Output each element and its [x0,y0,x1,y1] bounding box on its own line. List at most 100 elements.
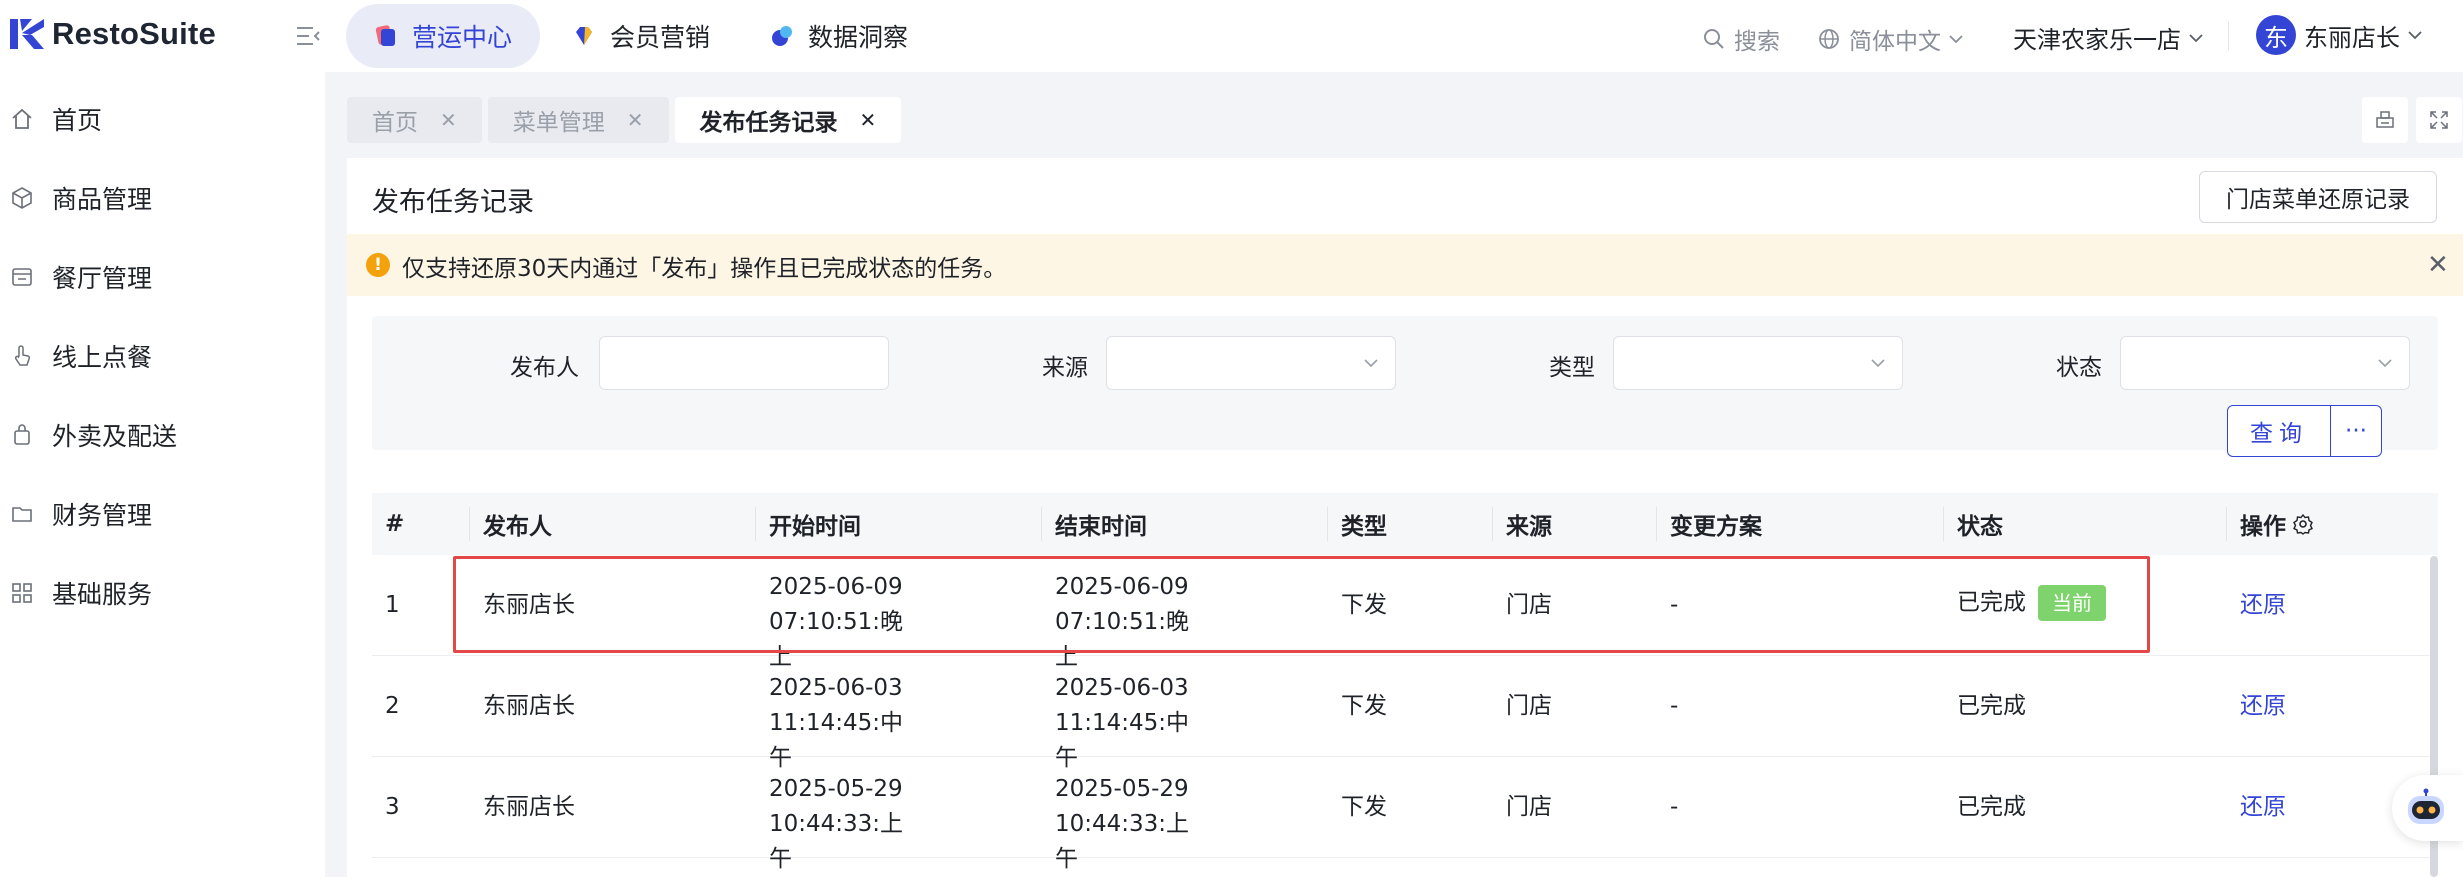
data-insight-icon [772,26,793,46]
sidebar-item-online-order[interactable]: 线上点餐 [0,326,325,386]
status-text: 已完成 [1957,589,2026,616]
sidebar-item-label: 线上点餐 [52,343,153,372]
robot-icon [2408,788,2444,824]
print-button[interactable] [2362,97,2408,143]
cell-source: 门店 [1506,794,1552,820]
tab-menu-management[interactable]: 菜单管理 ✕ [487,97,669,143]
tap-icon [14,345,31,366]
search-button[interactable]: 搜索 [1702,22,1780,56]
cell-change-plan: - [1670,794,1679,820]
sidebar-item-label: 餐厅管理 [52,264,153,293]
restore-link[interactable]: 还原 [2240,790,2286,825]
col-actions-label: 操作 [2240,514,2286,540]
page-title: 发布任务记录 [372,187,534,218]
publisher-input[interactable] [599,336,889,390]
cell-status: 已完成 [1957,794,2026,820]
col-publisher: 发布人 [483,514,552,540]
cell-end-time-line2: 午 [1055,846,1078,872]
printer-icon [2376,111,2394,128]
cube-icon [12,187,32,209]
assistant-bot-button[interactable] [2392,775,2463,841]
tab-home[interactable]: 首页 ✕ [347,97,482,143]
query-button[interactable]: 查询 [2227,405,2331,457]
query-button-group: 查询 ··· [2227,405,2382,457]
diamond-icon [576,27,593,45]
filter-publisher-label: 发布人 [510,355,579,381]
brand-name: RestoSuite [52,16,216,51]
sidebar-collapse-button[interactable] [293,21,323,51]
settings-icon[interactable] [2292,513,2314,535]
cell-change-plan: - [1670,693,1679,719]
close-icon[interactable]: ✕ [2427,250,2449,280]
sidebar-item-home[interactable]: 首页 [0,89,325,149]
col-actions: 操作 [2240,493,2314,555]
col-status: 状态 [1957,514,2003,540]
fullscreen-icon [2430,111,2448,129]
more-filters-button[interactable]: ··· [2331,405,2382,457]
table-row: 1 东丽店长 2025-06-09 07:10:51:晚 上 2025-06-0… [372,555,2438,670]
folder-icon [12,507,32,522]
close-icon[interactable]: ✕ [860,108,877,132]
cell-status: 已完成 [1957,693,2026,719]
home-icon [12,108,32,129]
top-nav-member-marketing[interactable]: 会员营销 [544,4,738,68]
col-source: 来源 [1506,514,1552,540]
language-selector[interactable]: 简体中文 [1817,22,1965,56]
cell-source: 门店 [1506,693,1552,719]
current-badge: 当前 [2038,585,2106,621]
tab-label: 首页 [372,110,418,136]
top-nav: 营运中心 会员营销 数据洞察 [346,4,940,68]
chevron-down-icon [2408,31,2422,40]
menu-collapse-icon [297,27,320,45]
top-bar: RestoSuite 营运中心 会员营销 数据洞察 搜索 简体中文 天津农家乐一… [0,0,2463,72]
restosuite-logo-icon [10,19,44,49]
restore-link[interactable]: 还原 [2240,689,2286,724]
sidebar-item-finance[interactable]: 财务管理 [0,484,325,544]
table-row: 2 东丽店长 2025-06-03 11:14:45:中 午 2025-06-0… [372,656,2438,771]
cell-index: 3 [385,794,400,820]
store-selector[interactable]: 天津农家乐一店 [2013,20,2205,55]
chevron-down-icon [1871,359,1885,368]
cell-type: 下发 [1341,794,1387,820]
top-nav-data-insight[interactable]: 数据洞察 [742,4,936,68]
store-icon [12,268,32,286]
status-select[interactable] [2120,336,2410,390]
column-divider [1041,507,1042,541]
alert-message: 仅支持还原30天内通过「发布」操作且已完成状态的任务。 [402,256,1007,282]
source-select[interactable] [1106,336,1396,390]
content-card: 发布任务记录 门店菜单还原记录 ! 仅支持还原30天内通过「发布」操作且已完成状… [347,158,2463,877]
cell-start-time-line1: 2025-06-03 11:14:45:中 [769,675,904,736]
top-nav-label: 数据洞察 [808,23,909,52]
sidebar-item-restaurant[interactable]: 餐厅管理 [0,247,325,307]
tab-publish-task-records[interactable]: 发布任务记录 ✕ [674,97,902,143]
filter-panel: 发布人 来源 类型 状态 [372,316,2438,450]
type-select[interactable] [1613,336,1903,390]
close-icon[interactable]: ✕ [440,108,457,132]
top-nav-ops-center[interactable]: 营运中心 [346,4,541,68]
brand-logo[interactable]: RestoSuite [8,14,216,54]
chevron-down-icon [2378,359,2392,368]
sidebar-item-delivery[interactable]: 外卖及配送 [0,405,325,465]
restore-link[interactable]: 还原 [2240,588,2286,623]
sidebar-item-base-services[interactable]: 基础服务 [0,563,325,623]
col-index: # [385,511,405,537]
cell-end-time: 2025-05-29 10:44:33:上 午 [1055,772,1305,877]
sidebar-item-products[interactable]: 商品管理 [0,168,325,228]
store-menu-restore-log-button[interactable]: 门店菜单还原记录 [2199,171,2437,223]
cell-publisher: 东丽店长 [483,592,575,618]
close-icon[interactable]: ✕ [627,108,644,132]
sidebar-item-label: 首页 [52,106,103,135]
sidebar-item-label: 财务管理 [52,501,153,530]
filter-status-label: 状态 [2056,355,2102,381]
warning-icon: ! [366,253,390,277]
chevron-down-icon [2189,33,2203,42]
cell-type: 下发 [1341,592,1387,618]
sidebar-item-label: 基础服务 [52,580,153,609]
top-nav-label: 会员营销 [610,23,711,52]
user-menu[interactable]: 东 东丽店长 [2256,15,2424,55]
search-icon [1704,29,1724,49]
ops-center-icon [375,25,395,46]
fullscreen-button[interactable] [2416,97,2462,143]
sidebar-item-label: 商品管理 [52,185,153,214]
table-header: # 发布人 开始时间 结束时间 类型 来源 变更方案 状态 操作 [372,493,2438,555]
